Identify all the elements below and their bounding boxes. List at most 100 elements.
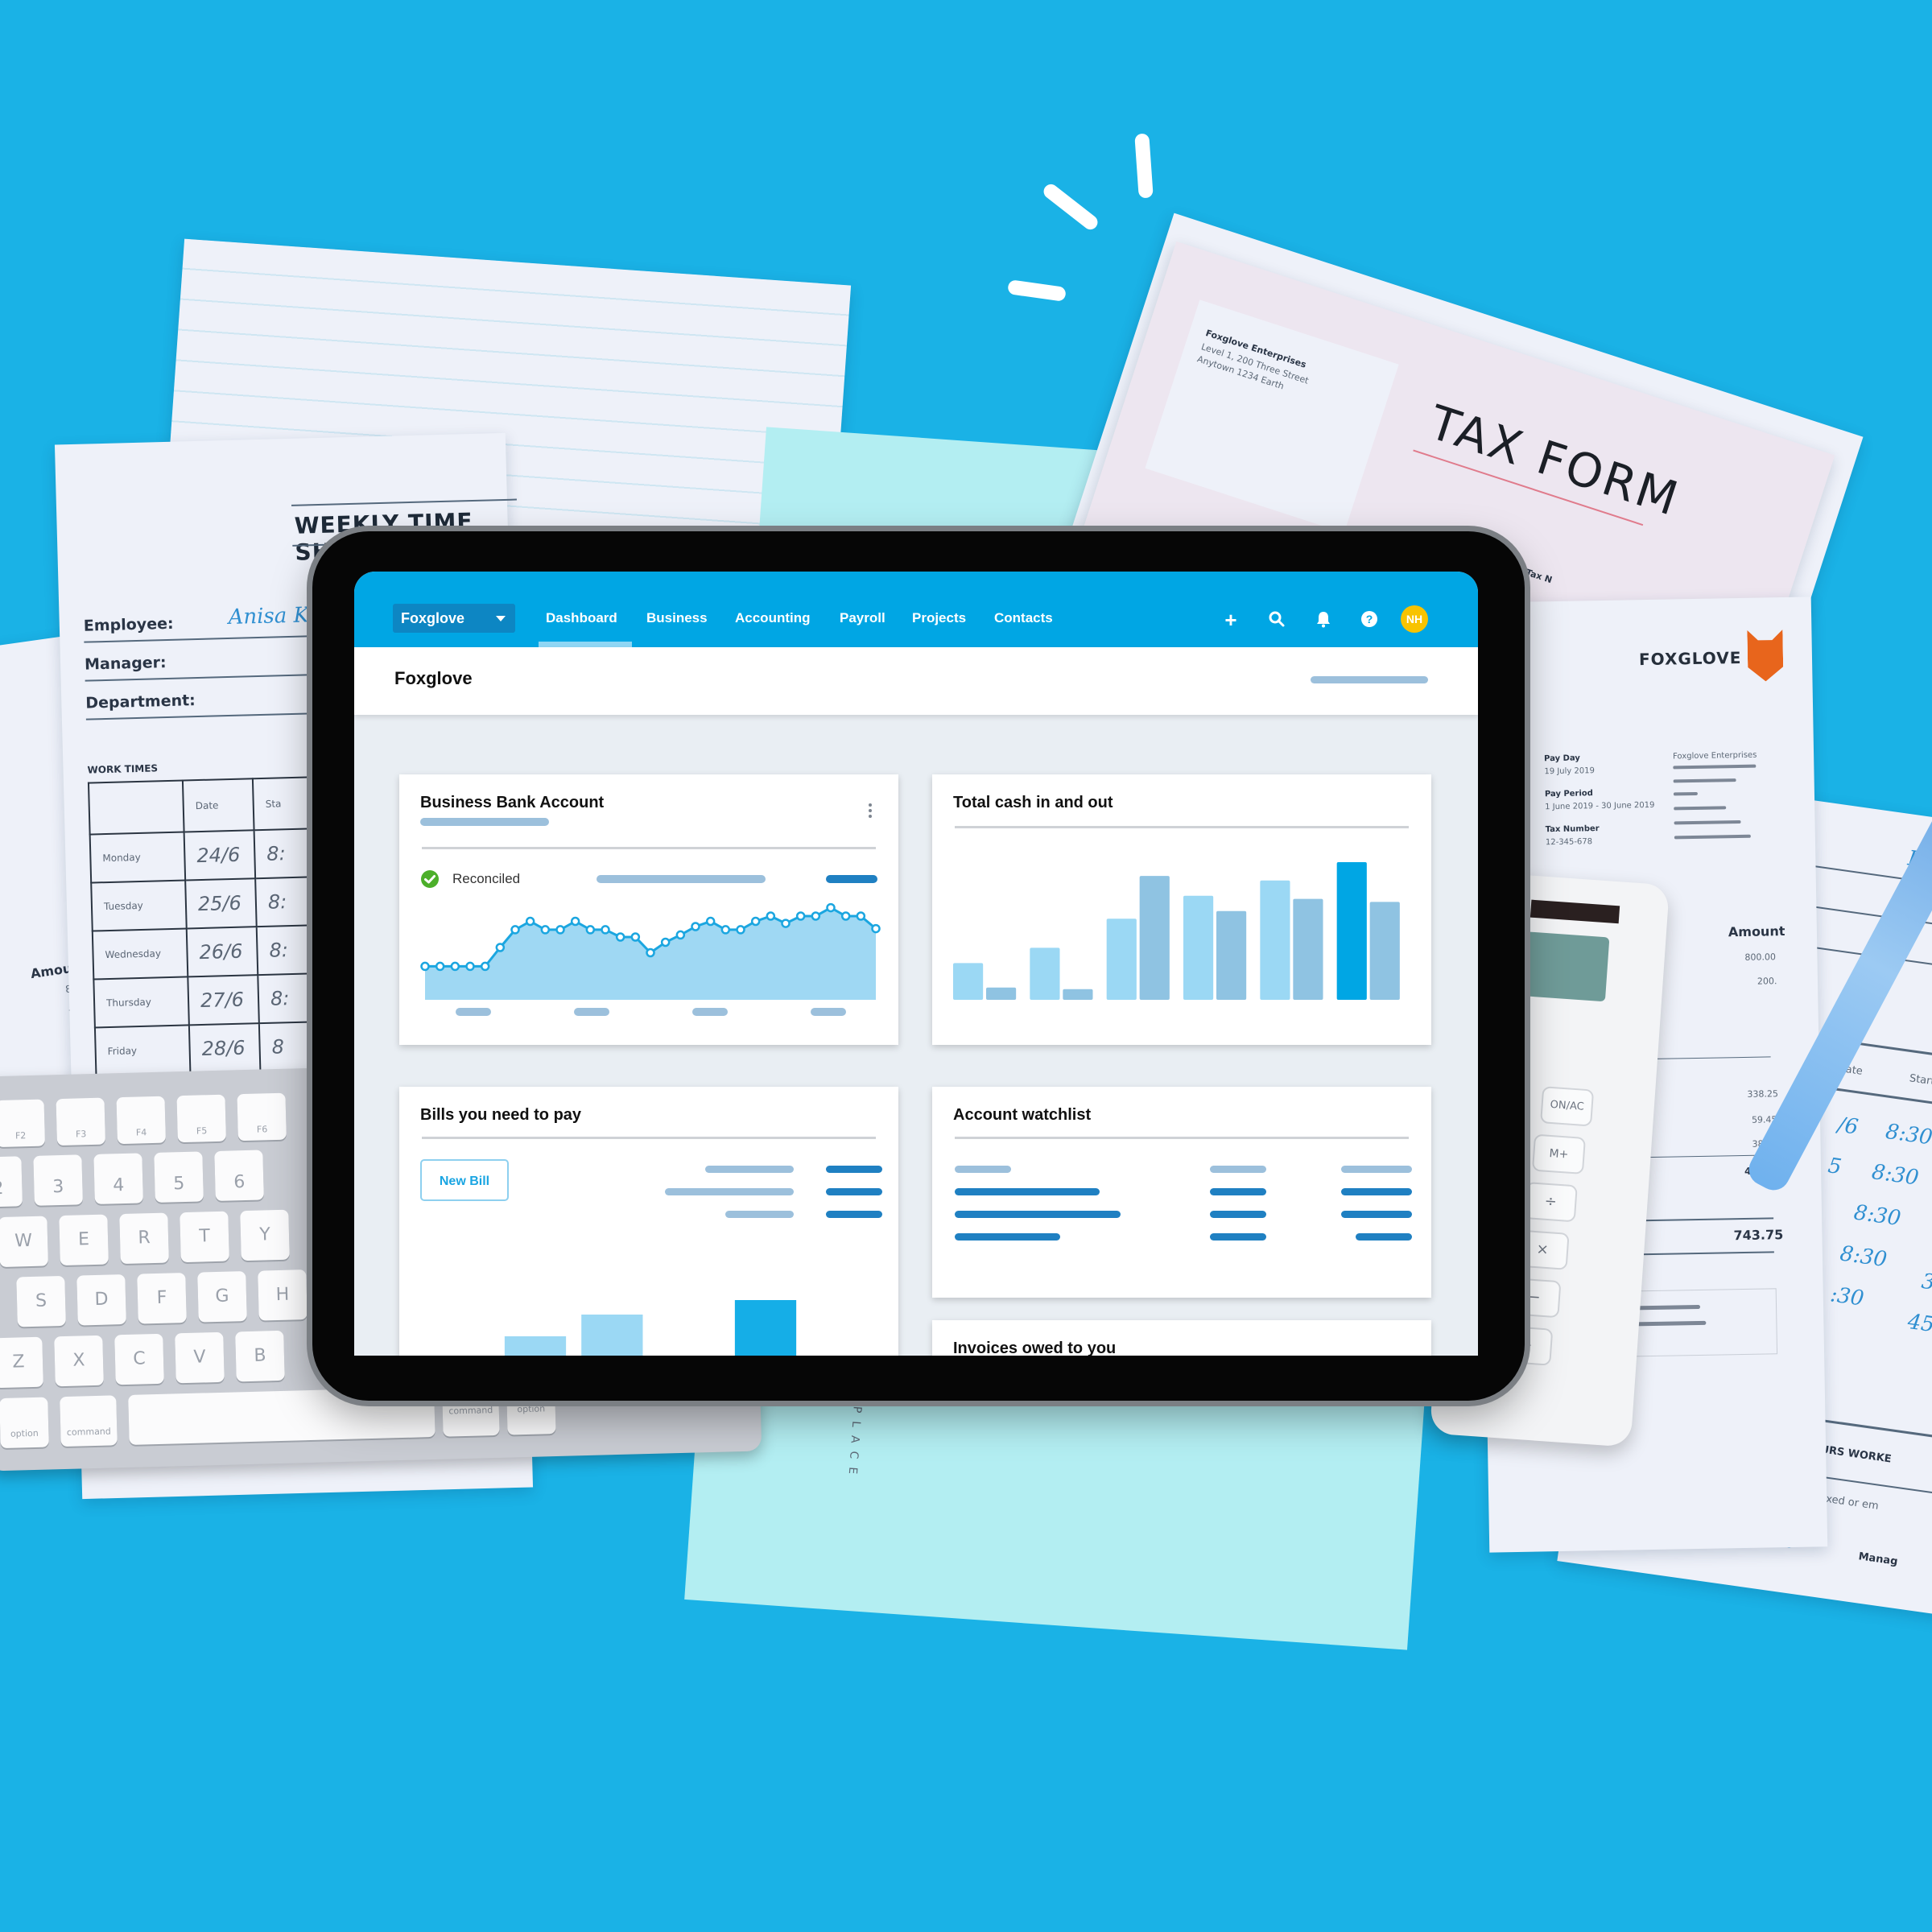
account-subtitle-placeholder	[420, 818, 549, 826]
card-divider	[955, 1137, 1409, 1139]
deduction-value: 338.25	[1747, 1088, 1779, 1100]
tablet-screen: Foxglove Dashboard Business Accounting P…	[354, 572, 1478, 1356]
data-point	[585, 925, 596, 935]
key-command-left: command	[60, 1395, 118, 1447]
data-point	[675, 930, 686, 940]
key-z: Z	[0, 1336, 43, 1389]
bill-bar	[581, 1315, 643, 1356]
bill-name-placeholder	[665, 1188, 794, 1195]
bill-amount-placeholder	[826, 1211, 882, 1218]
data-point	[826, 902, 836, 913]
nav-contacts[interactable]: Contacts	[994, 610, 1053, 626]
nav-projects[interactable]: Projects	[912, 610, 966, 626]
more-vertical-icon[interactable]	[866, 800, 874, 823]
calc-key-divide: ÷	[1523, 1182, 1578, 1223]
data-point	[480, 961, 490, 972]
bill-amount-placeholder	[826, 1188, 882, 1195]
key-s: S	[16, 1275, 66, 1327]
data-point	[646, 947, 655, 958]
key-x: X	[54, 1335, 104, 1387]
bell-icon[interactable]	[1314, 610, 1333, 630]
key-d: D	[76, 1274, 126, 1326]
data-point	[525, 916, 535, 927]
bar-cash-out	[1063, 989, 1093, 1000]
bill-name-placeholder	[725, 1211, 794, 1218]
pay-period-label: Pay Period	[1544, 789, 1593, 799]
key-f4: F4	[116, 1096, 166, 1145]
date-header: Date	[182, 778, 254, 832]
bar-cash-out	[1293, 898, 1323, 1000]
balance-value-placeholder	[826, 875, 877, 883]
key-h: H	[258, 1269, 308, 1321]
x-axis-label-placeholder	[811, 1008, 846, 1016]
key-f: F	[137, 1273, 187, 1324]
key-e: E	[59, 1214, 109, 1266]
sparkle-stroke	[1007, 279, 1067, 302]
chevron-down-icon	[496, 616, 506, 621]
bill-amount-placeholder	[826, 1166, 882, 1173]
data-point	[615, 932, 625, 942]
bar-cash-in	[953, 963, 984, 1000]
card-total-cash: Total cash in and out	[932, 774, 1431, 1045]
data-point	[540, 925, 551, 935]
svg-text:?: ?	[1366, 613, 1373, 625]
manager-label: Manag	[1857, 1550, 1899, 1568]
nav-dashboard[interactable]: Dashboard	[546, 610, 617, 626]
bar-cash-in	[1336, 862, 1367, 1000]
search-icon[interactable]	[1267, 610, 1286, 630]
org-selector[interactable]: Foxglove	[393, 604, 515, 633]
x-axis-label-placeholder	[692, 1008, 728, 1016]
work-times-label: WORK TIMES	[87, 762, 159, 776]
key-g: G	[197, 1271, 247, 1323]
nav-payroll[interactable]: Payroll	[840, 610, 886, 626]
data-point	[781, 919, 791, 928]
employee-label: Employee:	[83, 614, 174, 635]
avatar[interactable]: NH	[1401, 605, 1428, 633]
page-title: Foxglove	[394, 668, 473, 688]
bar-cash-in	[1260, 880, 1290, 1000]
card-title: Total cash in and out	[953, 794, 1113, 811]
data-point	[750, 916, 761, 927]
watchlist-header-placeholder	[1341, 1166, 1412, 1173]
bills-chart	[504, 1300, 797, 1356]
key-f2: F2	[0, 1099, 46, 1148]
pay-day-label: Pay Day	[1544, 753, 1580, 764]
data-point	[736, 925, 745, 935]
data-point	[766, 911, 776, 921]
data-point	[720, 925, 731, 935]
key-w: W	[0, 1216, 48, 1268]
data-point	[601, 925, 610, 935]
sparkle-stroke	[1040, 181, 1101, 233]
data-point	[630, 932, 641, 942]
data-point	[871, 923, 881, 934]
plus-icon[interactable]: +	[1221, 609, 1241, 630]
data-point	[555, 925, 565, 935]
help-icon[interactable]: ?	[1360, 610, 1379, 630]
data-point	[856, 911, 866, 921]
nav-business[interactable]: Business	[646, 610, 708, 626]
page-header: Foxglove	[354, 647, 1478, 715]
tax-form-title: TAX FORM	[1422, 394, 1686, 527]
key-2: 2	[0, 1156, 23, 1208]
amount-value: 800.00	[1744, 952, 1777, 963]
card-title: Account watchlist	[953, 1106, 1092, 1124]
pay-day-value: 19 July 2019	[1544, 766, 1596, 777]
payslip-brand: FOXGLOVE	[1638, 647, 1742, 670]
tax-number-value: 12-345-678	[1545, 837, 1593, 848]
card-account-watchlist: Account watchlist	[932, 1087, 1431, 1298]
calc-key-memory-plus: M+	[1531, 1133, 1586, 1174]
data-point	[795, 911, 806, 921]
bill-bar	[504, 1336, 567, 1356]
start-header: Start	[1908, 1072, 1932, 1088]
watchlist-header-placeholder	[955, 1166, 1011, 1173]
key-6: 6	[214, 1150, 264, 1202]
new-bill-button[interactable]: New Bill	[420, 1159, 509, 1201]
x-axis-label-placeholder	[456, 1008, 491, 1016]
employee-value: Anisa K	[228, 603, 310, 630]
card-title: Bills you need to pay	[420, 1106, 582, 1124]
reconciled-icon	[420, 869, 440, 889]
fox-logo-icon	[1747, 630, 1783, 682]
bill-name-placeholder	[705, 1166, 794, 1173]
data-point	[660, 937, 671, 947]
nav-accounting[interactable]: Accounting	[735, 610, 811, 626]
